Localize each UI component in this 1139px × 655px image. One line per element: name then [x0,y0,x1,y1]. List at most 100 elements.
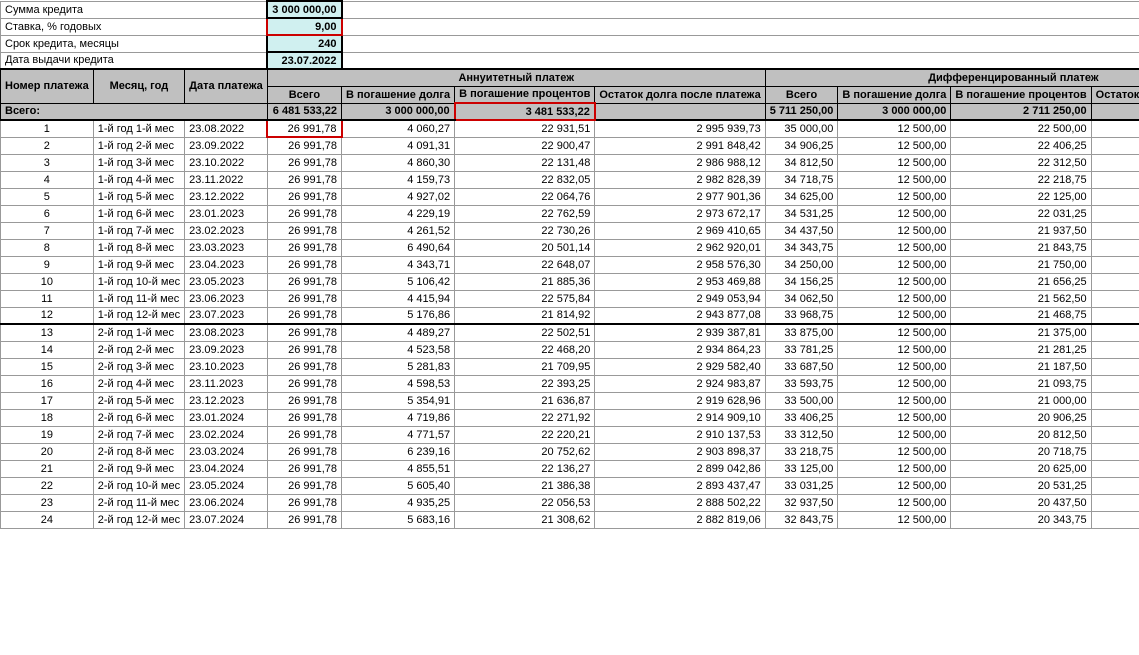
cell-ann-total: 26 991,78 [267,375,341,392]
cell-date: 23.09.2023 [185,341,268,358]
cell-ann-interest: 22 136,27 [455,460,595,477]
table-row: 222-й год 10-й мес23.05.202426 991,785 6… [1,477,1139,494]
cell-ann-total: 26 991,78 [267,511,341,528]
cell-ann-balance: 2 995 939,73 [595,120,765,137]
cell-ann-balance: 2 943 877,08 [595,307,765,324]
cell-n: 8 [1,239,94,256]
cell-month: 2-й год 12-й мес [93,511,184,528]
cell-date: 23.11.2022 [185,171,268,188]
cell-diff-total: 32 937,50 [765,494,838,511]
totals-ann-interest: 3 481 533,22 [455,103,595,120]
cell-ann-principal: 4 159,73 [342,171,455,188]
cell-ann-total: 26 991,78 [267,460,341,477]
cell-ann-total: 26 991,78 [267,154,341,171]
cell-n: 9 [1,256,94,273]
cell-diff-balance: 2 912 500,00 [1091,222,1139,239]
cell-diff-principal: 12 500,00 [838,307,951,324]
cell-ann-principal: 4 927,02 [342,188,455,205]
cell-ann-principal: 4 343,71 [342,256,455,273]
cell-month: 2-й год 6-й мес [93,409,184,426]
cell-month: 2-й год 3-й мес [93,358,184,375]
cell-ann-principal: 4 523,58 [342,341,455,358]
cell-ann-balance: 2 939 387,81 [595,324,765,341]
cell-ann-balance: 2 949 053,94 [595,290,765,307]
cell-diff-total: 34 437,50 [765,222,838,239]
cell-ann-interest: 21 885,36 [455,273,595,290]
cell-date: 23.11.2023 [185,375,268,392]
cell-n: 6 [1,205,94,222]
cell-ann-total: 26 991,78 [267,324,341,341]
cell-ann-total: 26 991,78 [267,120,341,137]
cell-date: 23.02.2023 [185,222,268,239]
cell-diff-total: 34 718,75 [765,171,838,188]
cell-diff-interest: 21 468,75 [951,307,1091,324]
cell-ann-interest: 22 220,21 [455,426,595,443]
cell-ann-principal: 4 860,30 [342,154,455,171]
cell-ann-balance: 2 977 901,36 [595,188,765,205]
cell-diff-balance: 2 700 000,00 [1091,511,1139,528]
table-row: 21-й год 2-й мес23.09.202226 991,784 091… [1,137,1139,154]
totals-diff-total: 5 711 250,00 [765,103,838,120]
cell-diff-principal: 12 500,00 [838,375,951,392]
rate-value[interactable]: 9,00 [267,18,341,35]
cell-diff-principal: 12 500,00 [838,273,951,290]
loan-spreadsheet[interactable]: Сумма кредита 3 000 000,00 Ставка, % год… [0,0,1139,529]
cell-diff-balance: 2 737 500,00 [1091,460,1139,477]
cell-ann-interest: 22 056,53 [455,494,595,511]
cell-diff-total: 33 687,50 [765,358,838,375]
cell-ann-principal: 6 490,64 [342,239,455,256]
cell-diff-total: 34 812,50 [765,154,838,171]
issue-value[interactable]: 23.07.2022 [267,52,341,69]
cell-diff-balance: 2 987 500,00 [1091,120,1139,137]
cell-ann-balance: 2 888 502,22 [595,494,765,511]
cell-diff-interest: 21 937,50 [951,222,1091,239]
cell-diff-total: 33 031,25 [765,477,838,494]
hdr-diff-principal: В погашение долга [838,86,951,103]
cell-date: 23.01.2024 [185,409,268,426]
amount-value[interactable]: 3 000 000,00 [267,1,341,18]
cell-ann-interest: 22 468,20 [455,341,595,358]
cell-n: 14 [1,341,94,358]
cell-diff-total: 34 625,00 [765,188,838,205]
cell-ann-principal: 4 489,27 [342,324,455,341]
cell-n: 23 [1,494,94,511]
cell-ann-interest: 22 393,25 [455,375,595,392]
cell-diff-balance: 2 812 500,00 [1091,358,1139,375]
cell-ann-total: 26 991,78 [267,307,341,324]
cell-diff-total: 34 906,25 [765,137,838,154]
cell-diff-balance: 2 725 000,00 [1091,477,1139,494]
cell-ann-total: 26 991,78 [267,443,341,460]
cell-diff-balance: 2 750 000,00 [1091,443,1139,460]
cell-diff-principal: 12 500,00 [838,171,951,188]
cell-ann-balance: 2 934 864,23 [595,341,765,358]
cell-month: 1-й год 5-й мес [93,188,184,205]
cell-diff-balance: 2 712 500,00 [1091,494,1139,511]
cell-diff-interest: 21 281,25 [951,341,1091,358]
cell-ann-total: 26 991,78 [267,222,341,239]
hdr-diff-interest: В погашение процентов [951,86,1091,103]
cell-diff-interest: 22 312,50 [951,154,1091,171]
cell-diff-principal: 12 500,00 [838,239,951,256]
cell-n: 2 [1,137,94,154]
cell-diff-balance: 2 975 000,00 [1091,137,1139,154]
cell-n: 12 [1,307,94,324]
cell-diff-interest: 21 656,25 [951,273,1091,290]
cell-n: 11 [1,290,94,307]
cell-ann-interest: 20 501,14 [455,239,595,256]
cell-ann-balance: 2 969 410,65 [595,222,765,239]
cell-ann-interest: 22 064,76 [455,188,595,205]
term-value[interactable]: 240 [267,35,341,52]
cell-diff-total: 34 250,00 [765,256,838,273]
cell-month: 2-й год 10-й мес [93,477,184,494]
cell-ann-principal: 4 060,27 [342,120,455,137]
cell-diff-total: 34 531,25 [765,205,838,222]
cell-month: 1-й год 10-й мес [93,273,184,290]
cell-month: 1-й год 12-й мес [93,307,184,324]
cell-ann-total: 26 991,78 [267,290,341,307]
hdr-ann-total: Всего [267,86,341,103]
cell-n: 7 [1,222,94,239]
cell-ann-balance: 2 953 469,88 [595,273,765,290]
cell-month: 2-й год 9-й мес [93,460,184,477]
cell-ann-total: 26 991,78 [267,341,341,358]
cell-diff-balance: 2 900 000,00 [1091,239,1139,256]
